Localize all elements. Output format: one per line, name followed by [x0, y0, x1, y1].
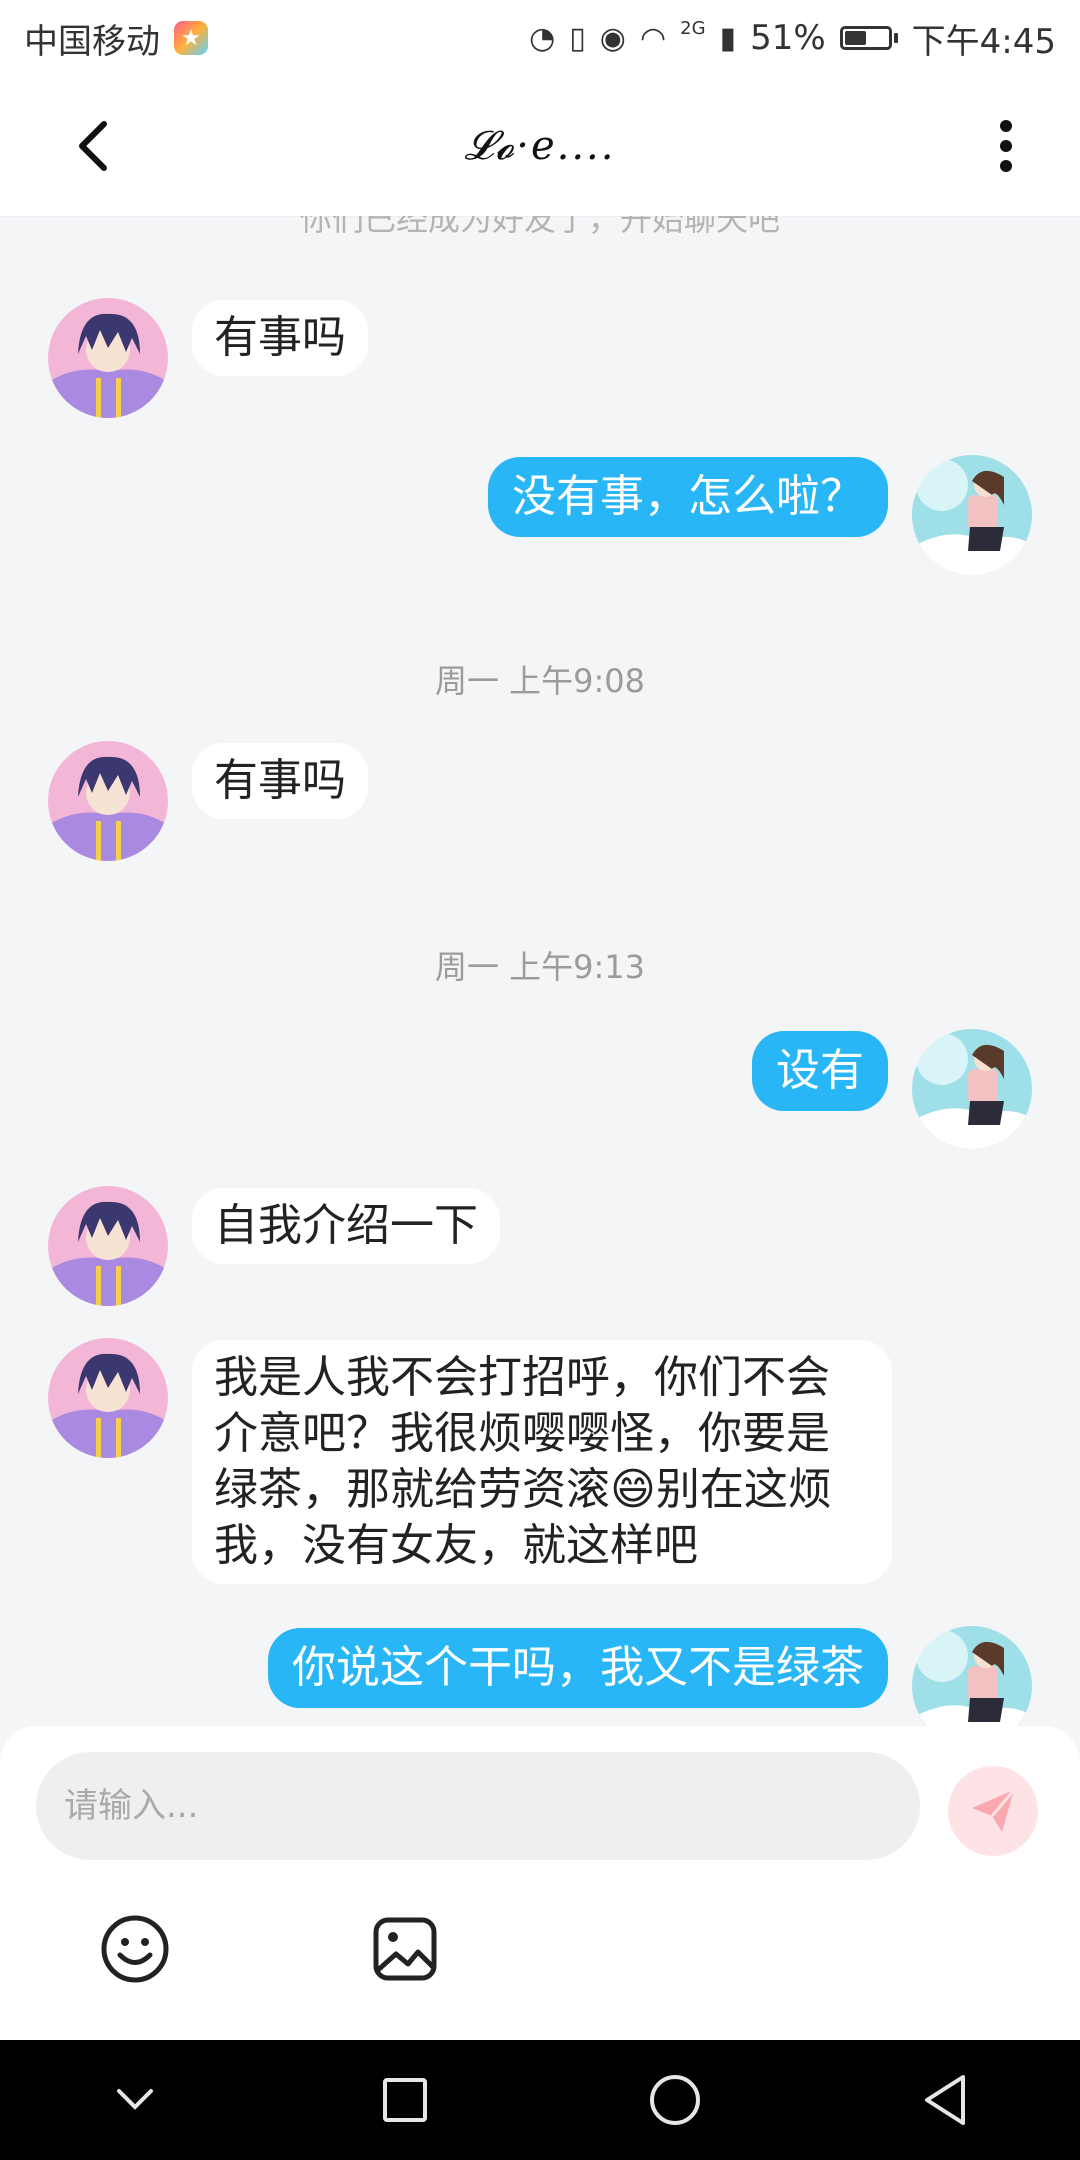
contact-avatar[interactable]	[48, 741, 168, 861]
emoji-button[interactable]	[98, 1912, 172, 1986]
eye-comfort-icon: ◉	[599, 20, 626, 56]
hd-call-icon: ◔	[529, 20, 556, 56]
battery-percent: 51%	[750, 18, 826, 58]
incoming-message-bubble[interactable]: 我是人我不会打招呼，你们不会介意吧？我很烦嘤嘤怪，你要是绿茶，那就给劳资滚😄别在…	[192, 1340, 892, 1584]
my-avatar[interactable]	[912, 1029, 1032, 1149]
send-icon	[972, 1789, 1016, 1832]
my-avatar[interactable]	[912, 455, 1032, 575]
system-nav-bar	[0, 2040, 1080, 2160]
chat-title: 𝓛𝓸·e....	[464, 123, 616, 169]
timestamp: 周一 上午9:08	[434, 662, 646, 700]
chat-header: 𝓛𝓸·e....	[0, 76, 1080, 216]
clock: 下午4:45	[911, 21, 1056, 62]
contact-avatar[interactable]	[48, 1186, 168, 1306]
back-button[interactable]	[62, 114, 126, 178]
nav-collapse-button[interactable]	[95, 2060, 175, 2140]
carrier-name: 中国移动	[24, 21, 160, 62]
nav-recents-button[interactable]	[365, 2060, 445, 2140]
nav-back-button[interactable]	[905, 2060, 985, 2140]
more-options-button[interactable]	[974, 114, 1038, 178]
wifi-icon: ◠	[639, 20, 667, 56]
send-button[interactable]	[948, 1766, 1038, 1856]
battery-icon	[839, 26, 898, 50]
back-arrow-icon	[79, 121, 107, 171]
network-type: 2G	[680, 17, 706, 39]
message-input[interactable]	[36, 1752, 920, 1860]
incoming-message-bubble[interactable]: 自我介绍一下	[192, 1188, 500, 1264]
nav-home-button[interactable]	[635, 2060, 715, 2140]
outgoing-message-bubble[interactable]: 你说这个干吗，我又不是绿茶	[268, 1628, 888, 1708]
contact-avatar[interactable]	[48, 1338, 168, 1458]
triangle-back-icon	[925, 2075, 965, 2125]
contact-avatar[interactable]	[48, 298, 168, 418]
composer-panel	[0, 1726, 1080, 2040]
carrier-badge-icon: ★	[174, 21, 208, 55]
square-icon	[383, 2078, 427, 2122]
image-button[interactable]	[368, 1912, 442, 1986]
more-vertical-icon	[1000, 120, 1012, 172]
status-bar: 中国移动 ★ ◔ ▯ ◉ ◠ 2G ▮ 51% 下午4:45	[0, 0, 1080, 76]
outgoing-message-bubble[interactable]: 设有	[752, 1031, 888, 1111]
smiley-icon	[101, 1915, 169, 1983]
message-list[interactable]: 你们已经成为好友了，开始聊天吧 有事吗 没有事，怎么啦？ 周一 上午9:08 有事吗周…	[0, 216, 1080, 1726]
signal-icon: ▮	[719, 20, 737, 56]
image-icon	[373, 1917, 437, 1981]
system-note: 你们已经成为好友了，开始聊天吧	[299, 216, 780, 238]
incoming-message-bubble[interactable]: 有事吗	[192, 743, 368, 819]
circle-icon	[650, 2075, 700, 2125]
chevron-down-icon	[117, 2089, 153, 2110]
incoming-message-bubble[interactable]: 有事吗	[192, 300, 368, 376]
my-avatar[interactable]	[912, 1626, 1032, 1726]
timestamp: 周一 上午9:13	[434, 948, 646, 986]
outgoing-message-bubble[interactable]: 没有事，怎么啦？	[488, 457, 888, 537]
vibrate-icon: ▯	[569, 20, 586, 56]
